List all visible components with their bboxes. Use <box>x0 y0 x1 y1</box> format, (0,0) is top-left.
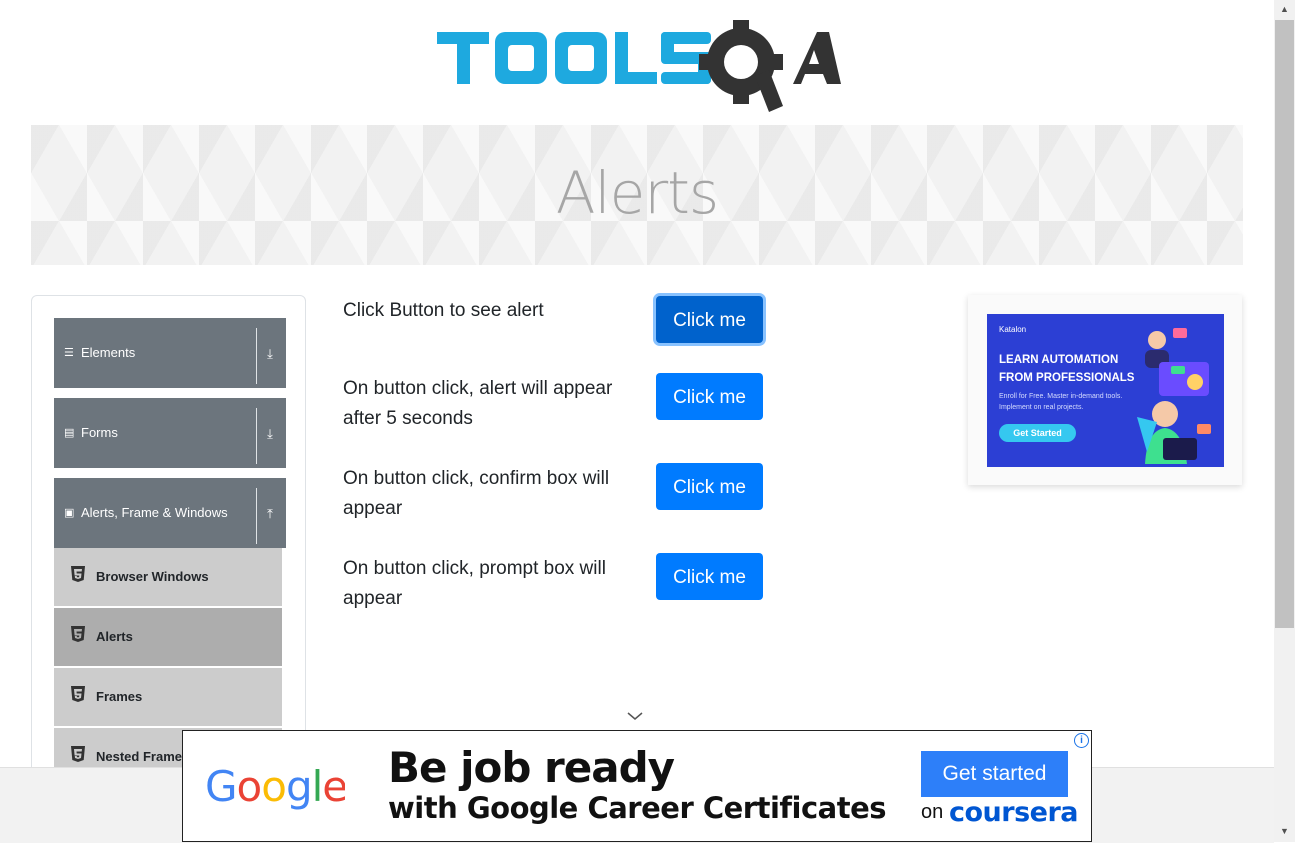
scroll-down-arrow-icon[interactable]: ▼ <box>1274 822 1295 840</box>
sidebar-group-forms[interactable]: ▤ Forms ⤓ <box>54 398 286 468</box>
upload-arrow-icon[interactable]: ⤒ <box>262 478 278 550</box>
scroll-up-arrow-icon[interactable]: ▲ <box>1274 0 1295 18</box>
divider <box>256 328 257 384</box>
get-started-button[interactable]: Get started <box>921 751 1068 797</box>
toolsqa-logo[interactable] <box>437 18 842 114</box>
sidebar-group-label: Alerts, Frame & Windows <box>81 505 228 520</box>
html5-icon <box>71 566 85 582</box>
chevron-down-icon[interactable] <box>626 710 644 722</box>
scrollbar-thumb[interactable] <box>1275 20 1294 628</box>
prompt-button[interactable]: Click me <box>656 553 763 600</box>
timer-alert-button[interactable]: Click me <box>656 373 763 420</box>
download-arrow-icon[interactable]: ⤓ <box>262 398 278 470</box>
alert-row-label: Click Button to see alert <box>343 300 544 321</box>
window-icon: ▣ <box>64 507 75 519</box>
html5-icon <box>71 626 85 642</box>
divider <box>256 488 257 544</box>
hamburger-icon: ☰ <box>64 347 74 359</box>
ad-headline: Be job ready <box>388 743 675 792</box>
vertical-scrollbar[interactable]: ▲ ▼ <box>1274 0 1295 842</box>
svg-text:Google: Google <box>205 762 345 811</box>
prompt-row-label: On button click, prompt box will appear <box>343 558 606 609</box>
katalon-brand: Katalon <box>999 325 1027 334</box>
sidebar-group-label: Forms <box>81 425 118 440</box>
page-title: Alerts <box>555 159 719 227</box>
katalon-subtext: Enroll for Free. Master in-demand tools.… <box>999 393 1123 411</box>
sidebar-item-alerts[interactable]: Alerts <box>54 608 282 668</box>
side-ad[interactable]: Katalon LEARN AUTOMATION FROM PROFESSION… <box>968 295 1242 485</box>
alert-button[interactable]: Click me <box>656 296 763 343</box>
google-logo-graphic: Google <box>205 762 348 811</box>
toolsqa-logo-graphic <box>437 20 841 112</box>
confirm-button[interactable]: Click me <box>656 463 763 510</box>
sidebar-group-label: Elements <box>81 345 136 360</box>
page-banner: Alerts <box>31 125 1243 265</box>
sidebar-group-alerts-frame-windows[interactable]: ▣ Alerts, Frame & Windows ⤒ <box>54 478 286 548</box>
divider <box>256 408 257 464</box>
timer-alert-row-label: On button click, alert will appear after… <box>343 378 613 429</box>
katalon-get-started-button[interactable]: Get Started <box>999 424 1076 442</box>
sidebar-item-browser-windows[interactable]: Browser Windows <box>54 548 282 608</box>
sidebar-item-frames[interactable]: Frames <box>54 668 282 728</box>
form-icon: ▤ <box>64 427 75 439</box>
bottom-ad-banner[interactable]: Google Be job ready with Google Career C… <box>182 730 1092 842</box>
sidebar-item-label: Frames <box>96 689 143 704</box>
confirm-row-label: On button click, confirm box will appear <box>343 468 610 519</box>
download-arrow-icon[interactable]: ⤓ <box>262 318 278 390</box>
ad-subheadline: with Google Career Certificates <box>388 791 887 825</box>
katalon-illustration <box>1137 328 1211 464</box>
html5-icon <box>71 686 85 702</box>
coursera-logo: coursera <box>949 797 1079 828</box>
html5-icon <box>71 746 85 762</box>
ad-on-text: on <box>921 801 944 823</box>
sidebar-group-elements[interactable]: ☰ Elements ⤓ <box>54 318 286 388</box>
google-logo: Google <box>205 759 348 822</box>
katalon-ad-banner[interactable]: Katalon LEARN AUTOMATION FROM PROFESSION… <box>987 314 1224 467</box>
sidebar-item-label: Browser Windows <box>96 569 209 584</box>
katalon-headline: LEARN AUTOMATION FROM PROFESSIONALS <box>999 354 1135 384</box>
sidebar-item-label: Alerts <box>96 629 133 644</box>
ad-info-icon[interactable]: i <box>1074 733 1089 748</box>
